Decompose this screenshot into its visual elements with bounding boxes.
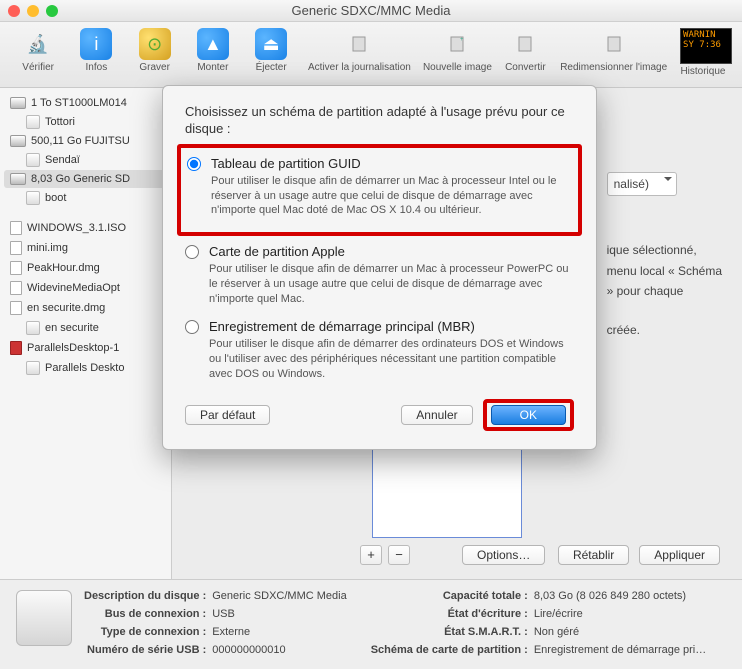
- disk-icon: [10, 135, 26, 147]
- disk-icon: [10, 97, 26, 109]
- scheme-dropdown[interactable]: nalisé): [607, 172, 677, 196]
- toolbar: 🔬 Vérifier i Infos ⊙ Graver ▲ Monter ⏏ É…: [0, 22, 742, 88]
- volume-row[interactable]: en securite: [4, 318, 167, 338]
- file-icon: [10, 301, 22, 315]
- image-row[interactable]: WINDOWS_3.1.ISO: [4, 218, 167, 238]
- journal-button[interactable]: Activer la journalisation: [301, 28, 417, 73]
- burn-icon: ⊙: [139, 28, 171, 60]
- volume-row[interactable]: Sendaï: [4, 150, 167, 170]
- file-icon: [10, 261, 22, 275]
- obscured-hint-text: nalisé) ique sélectionné, menu local « S…: [607, 172, 722, 340]
- cancel-button[interactable]: Annuler: [401, 405, 472, 425]
- volume-icon: [26, 361, 40, 375]
- window-titlebar: Generic SDXC/MMC Media: [0, 0, 742, 22]
- radio-mbr[interactable]: [185, 320, 199, 334]
- journal-icon: [343, 28, 375, 60]
- warning-badge: WARNIN SY 7:36: [680, 28, 732, 64]
- file-icon: [10, 241, 22, 255]
- new-image-icon: +: [441, 28, 473, 60]
- disk-row[interactable]: 500,11 Go FUJITSU: [4, 132, 167, 150]
- volume-icon: [26, 191, 40, 205]
- image-row[interactable]: ParallelsDesktop-1: [4, 338, 167, 358]
- svg-text:+: +: [460, 37, 464, 43]
- burn-button[interactable]: ⊙ Graver: [127, 28, 183, 73]
- highlight-selected-option: Tableau de partition GUID Pour utiliser …: [177, 144, 582, 237]
- eject-icon: ⏏: [255, 28, 287, 60]
- highlight-ok: OK: [483, 399, 574, 431]
- disk-icon: [10, 173, 26, 185]
- volume-icon: [26, 321, 40, 335]
- scheme-option-mbr[interactable]: Enregistrement de démarrage principal (M…: [185, 315, 574, 390]
- volume-row[interactable]: boot: [4, 188, 167, 208]
- image-row[interactable]: PeakHour.dmg: [4, 258, 167, 278]
- scheme-option-guid[interactable]: Tableau de partition GUID Pour utiliser …: [187, 152, 572, 227]
- volume-icon: [26, 153, 40, 167]
- ok-button[interactable]: OK: [491, 405, 566, 425]
- file-icon: [10, 341, 22, 355]
- image-row[interactable]: mini.img: [4, 238, 167, 258]
- info-button[interactable]: i Infos: [68, 28, 124, 73]
- file-icon: [10, 281, 22, 295]
- radio-guid[interactable]: [187, 157, 201, 171]
- info-footer: Description du disque :Generic SDXC/MMC …: [0, 579, 742, 669]
- verify-button[interactable]: 🔬 Vérifier: [10, 28, 66, 73]
- history-button[interactable]: WARNIN SY 7:36 Historique: [674, 28, 732, 77]
- window-title: Generic SDXC/MMC Media: [0, 3, 742, 18]
- disk-row[interactable]: 1 To ST1000LM014: [4, 94, 167, 112]
- mount-icon: ▲: [197, 28, 229, 60]
- mount-button[interactable]: ▲ Monter: [185, 28, 241, 73]
- image-row[interactable]: en securite.dmg: [4, 298, 167, 318]
- apply-button[interactable]: Appliquer: [639, 545, 720, 565]
- dialog-heading: Choisissez un schéma de partition adapté…: [185, 104, 574, 138]
- info-icon: i: [80, 28, 112, 60]
- new-image-button[interactable]: + Nouvelle image: [420, 28, 496, 73]
- radio-apple[interactable]: [185, 245, 199, 259]
- eject-button[interactable]: ⏏ Éjecter: [243, 28, 299, 73]
- partition-scheme-dialog: Choisissez un schéma de partition adapté…: [162, 85, 597, 450]
- default-button[interactable]: Par défaut: [185, 405, 270, 425]
- volume-icon: [26, 115, 40, 129]
- image-row[interactable]: WidevineMediaOpt: [4, 278, 167, 298]
- add-partition-button[interactable]: +: [360, 545, 382, 565]
- scheme-option-apple[interactable]: Carte de partition Apple Pour utiliser l…: [185, 240, 574, 315]
- volume-row[interactable]: Parallels Deskto: [4, 358, 167, 378]
- disk-row-selected[interactable]: 8,03 Go Generic SD: [4, 170, 167, 188]
- disk-large-icon: [16, 590, 72, 646]
- resize-icon: [598, 28, 630, 60]
- file-icon: [10, 221, 22, 235]
- microscope-icon: 🔬: [22, 28, 54, 60]
- remove-partition-button[interactable]: −: [388, 545, 410, 565]
- resize-image-button[interactable]: Redimensionner l'image: [556, 28, 672, 73]
- convert-button[interactable]: Convertir: [497, 28, 553, 73]
- volume-row[interactable]: Tottori: [4, 112, 167, 132]
- sidebar: 1 To ST1000LM014 Tottori 500,11 Go FUJIT…: [0, 88, 172, 579]
- revert-button[interactable]: Rétablir: [558, 545, 629, 565]
- convert-icon: [509, 28, 541, 60]
- options-button[interactable]: Options…: [462, 545, 545, 565]
